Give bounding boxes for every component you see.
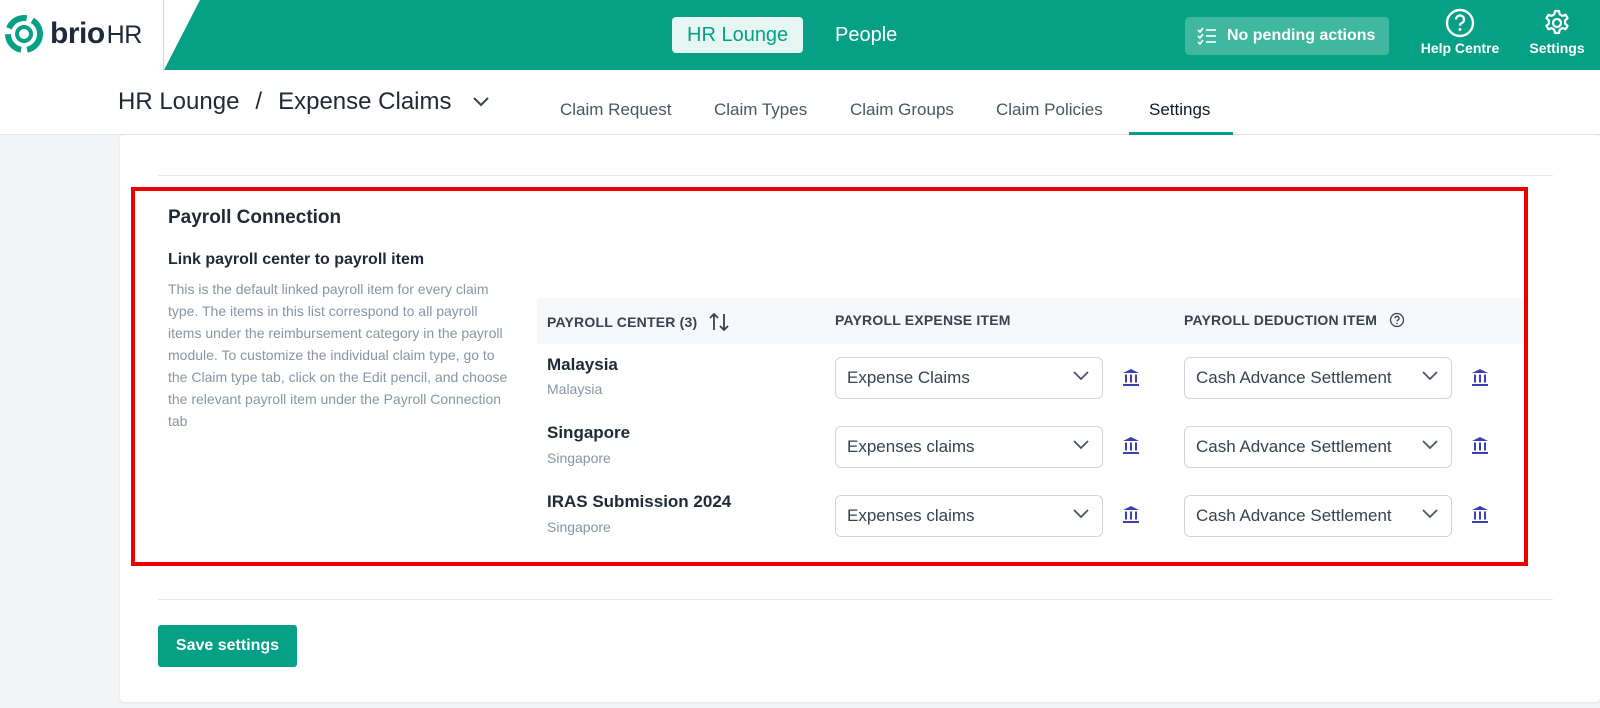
- logo-text: brioHR: [50, 17, 142, 50]
- column-header-deduction-item: PAYROLL DEDUCTION ITEM: [1184, 312, 1405, 328]
- tab-claim-types[interactable]: Claim Types: [714, 100, 807, 120]
- top-divider: [158, 175, 1553, 176]
- breadcrumb: HR Lounge / Expense Claims: [118, 88, 490, 116]
- page-subheader: HR Lounge / Expense Claims Claim Request…: [0, 70, 1600, 135]
- chevron-down-icon: [1073, 440, 1089, 450]
- payroll-center-country: Singapore: [547, 519, 611, 535]
- pending-actions-button[interactable]: No pending actions: [1185, 17, 1389, 55]
- help-circle-icon[interactable]: [1389, 312, 1405, 328]
- payroll-center-country: Singapore: [547, 450, 611, 466]
- tab-settings[interactable]: Settings: [1149, 100, 1210, 120]
- bank-icon[interactable]: [1470, 435, 1490, 455]
- expense-item-select[interactable]: Expenses claims: [835, 495, 1103, 537]
- chevron-down-icon: [1073, 371, 1089, 381]
- chevron-down-icon: [1422, 371, 1438, 381]
- tab-claim-groups[interactable]: Claim Groups: [850, 100, 954, 120]
- chevron-down-icon: [1422, 509, 1438, 519]
- section-description: This is the default linked payroll item …: [168, 281, 508, 429]
- breadcrumb-current: Expense Claims: [278, 88, 452, 115]
- nav-tab-hr-lounge[interactable]: HR Lounge: [672, 17, 804, 53]
- payroll-center-name: Singapore: [547, 423, 631, 442]
- top-navigation-bar: brioHR HR Lounge People No pending actio…: [0, 0, 1600, 70]
- breadcrumb-root[interactable]: HR Lounge: [118, 88, 239, 116]
- pending-actions-label: No pending actions: [1227, 27, 1376, 44]
- checklist-icon: [1197, 27, 1216, 45]
- section-title: Payroll Connection: [168, 207, 342, 228]
- briohr-logo[interactable]: brioHR: [4, 14, 142, 54]
- sort-icon[interactable]: [709, 312, 730, 332]
- deduction-item-select[interactable]: Cash Advance Settlement: [1184, 357, 1452, 399]
- tab-claim-policies[interactable]: Claim Policies: [996, 100, 1103, 120]
- tab-claim-request[interactable]: Claim Request: [560, 100, 672, 120]
- column-header-expense-item: PAYROLL EXPENSE ITEM: [835, 312, 1011, 328]
- chevron-down-icon: [1422, 440, 1438, 450]
- chevron-down-icon[interactable]: [472, 96, 490, 108]
- help-centre-button[interactable]: Help Centre: [1415, 8, 1505, 56]
- logo-divider: [163, 0, 164, 70]
- briohr-logo-icon: [5, 15, 43, 53]
- help-centre-label: Help Centre: [1420, 40, 1500, 56]
- deduction-item-select[interactable]: Cash Advance Settlement: [1184, 495, 1452, 537]
- bank-icon[interactable]: [1470, 504, 1490, 524]
- bank-icon[interactable]: [1121, 435, 1141, 455]
- help-icon: [1445, 8, 1475, 38]
- settings-button[interactable]: Settings: [1525, 8, 1589, 56]
- bank-icon[interactable]: [1121, 367, 1141, 387]
- breadcrumb-separator: /: [255, 88, 263, 115]
- deduction-item-select[interactable]: Cash Advance Settlement: [1184, 426, 1452, 468]
- column-header-payroll-center[interactable]: PAYROLL CENTER (3): [547, 312, 730, 332]
- payroll-center-name: Malaysia: [547, 355, 618, 374]
- bank-icon[interactable]: [1121, 504, 1141, 524]
- payroll-center-country: Malaysia: [547, 381, 603, 397]
- gear-icon: [1545, 9, 1569, 35]
- nav-tab-people[interactable]: People: [820, 17, 912, 53]
- payroll-center-name: IRAS Submission 2024: [547, 492, 732, 511]
- chevron-down-icon: [1073, 509, 1089, 519]
- save-settings-button[interactable]: Save settings: [158, 625, 297, 667]
- bottom-divider: [158, 599, 1553, 600]
- expense-item-select[interactable]: Expense Claims: [835, 357, 1103, 399]
- section-subtitle: Link payroll center to payroll item: [168, 251, 425, 268]
- bank-icon[interactable]: [1470, 367, 1490, 387]
- expense-item-select[interactable]: Expenses claims: [835, 426, 1103, 468]
- settings-label: Settings: [1529, 40, 1585, 56]
